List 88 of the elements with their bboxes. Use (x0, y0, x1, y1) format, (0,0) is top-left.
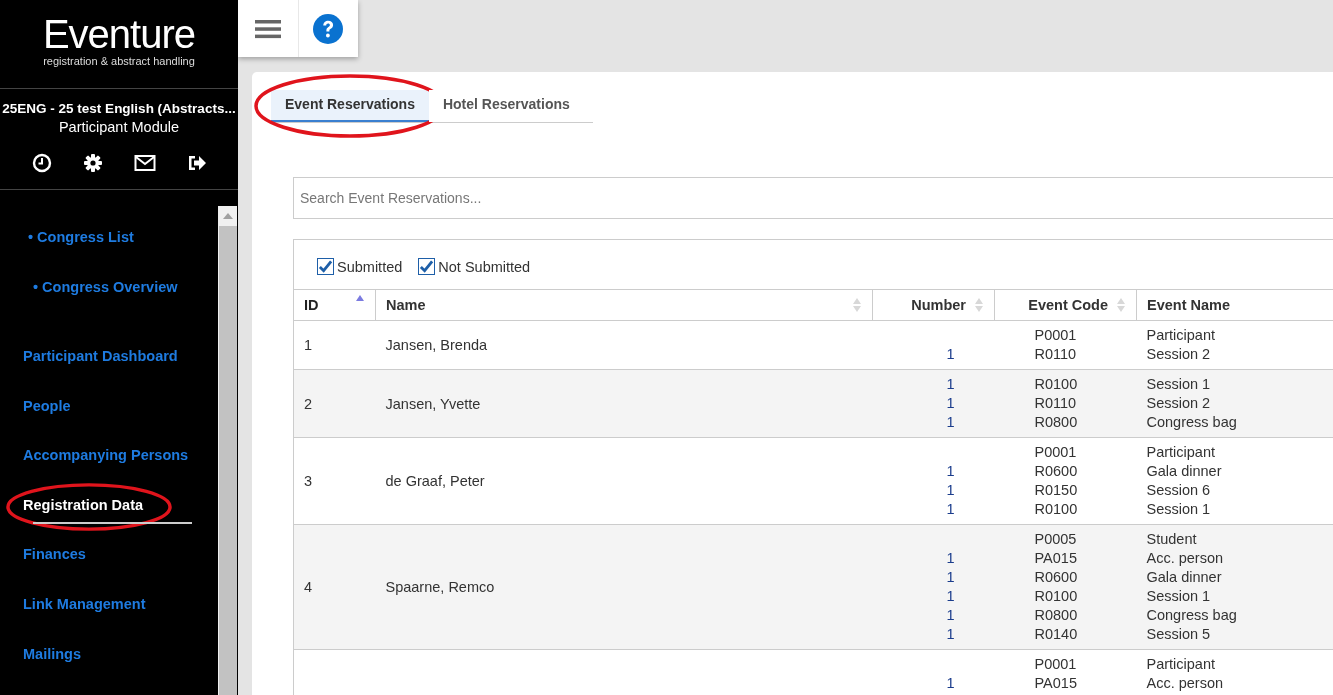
table-cell: R0800 (1034, 607, 1078, 623)
table-cell: P0001 (1034, 656, 1077, 672)
logo-tagline: registration & abstract handling (43, 55, 195, 67)
table-cell: Session 5 (1146, 626, 1211, 642)
table-cell: 1 (946, 675, 955, 691)
column-header[interactable]: Event Name (1136, 289, 1333, 321)
table-cell: Jansen, Yvette (385, 395, 481, 412)
table-cell: PA015 (1034, 550, 1077, 566)
nav-item[interactable]: Mailings (23, 645, 81, 662)
search-field[interactable]: Search Event Reservations... (293, 177, 1333, 219)
quick-link[interactable]: • Congress List (0, 229, 218, 279)
settings-icon[interactable] (82, 153, 103, 173)
table-cell: 1 (946, 414, 955, 430)
table-cell: R0600 (1034, 463, 1078, 479)
nav-item[interactable]: Accompanying Persons (23, 447, 189, 464)
table-cell: Session 6 (1146, 482, 1211, 498)
table-cell: Student (1146, 531, 1197, 547)
table-cell: 1 (946, 482, 955, 498)
table-cell: P0001 (1034, 444, 1077, 460)
table-cell: R0600 (1034, 569, 1078, 585)
table-cell: R0150 (1034, 482, 1078, 498)
table-cell: 1 (946, 463, 955, 479)
table-cell: de Graaf, Peter (385, 473, 485, 489)
envelope-icon[interactable] (133, 154, 156, 172)
nav-item[interactable]: Link Management (23, 595, 146, 612)
table-cell: Participant (1146, 444, 1215, 460)
table-cell: Participant (1146, 327, 1215, 343)
table-cell: Session 1 (1146, 376, 1211, 392)
column-header[interactable]: Name (375, 289, 873, 321)
table-cell: 1 (946, 395, 955, 411)
table-cell: 1 (946, 588, 955, 604)
table-cell: Participant (1146, 656, 1215, 672)
table-cell: PA015 (1034, 675, 1077, 691)
sort-icon (974, 297, 984, 313)
table-cell: R0800 (1034, 414, 1078, 430)
menu-icon (254, 18, 281, 39)
table-cell: Session 2 (1146, 346, 1211, 362)
event-title: 25ENG - 25 test English (Abstracts... (2, 101, 236, 116)
nav-item[interactable]: Finances (23, 546, 86, 563)
table-cell: 4 (304, 579, 313, 595)
table-cell: R0100 (1034, 588, 1078, 604)
scrollbar[interactable] (218, 206, 237, 695)
table-cell: Acc. person (1146, 675, 1224, 691)
table-cell: Session 1 (1146, 588, 1211, 604)
table-cell: 1 (946, 346, 955, 362)
quick-link[interactable]: • Congress Overview (0, 278, 218, 329)
checkbox-label[interactable]: Submitted (337, 258, 403, 275)
table-cell: R0100 (1034, 501, 1078, 517)
help-icon (313, 13, 344, 44)
checkbox[interactable] (317, 258, 334, 275)
column-header[interactable]: Event Code (994, 289, 1137, 321)
nav-item[interactable]: People (23, 397, 71, 414)
checkbox-label[interactable]: Not Submitted (438, 258, 531, 275)
table-cell: R0110 (1034, 395, 1077, 411)
table-cell: Jansen, Brenda (385, 337, 488, 353)
table-cell: 3 (304, 473, 313, 489)
table-cell: 1 (946, 501, 955, 517)
table-cell: 1 (946, 550, 955, 566)
table-cell: P0001 (1034, 327, 1077, 343)
table-cell: Session 2 (1146, 395, 1211, 411)
table-cell: 1 (304, 337, 313, 353)
clock-icon[interactable] (31, 153, 52, 173)
column-header[interactable]: Number (872, 289, 995, 321)
table-cell: 1 (946, 626, 955, 642)
table-cell: Congress bag (1146, 607, 1237, 623)
sort-icon (852, 297, 862, 313)
tab[interactable]: Event Reservations (271, 90, 429, 122)
table-cell: 1 (946, 376, 955, 392)
table-cell: R0100 (1034, 376, 1078, 392)
table-cell: Gala dinner (1146, 569, 1222, 585)
table-cell: Session 1 (1146, 501, 1211, 517)
logo: Eventure (42, 14, 196, 54)
table-cell: Spaarne, Remco (385, 579, 495, 595)
checkbox[interactable] (418, 258, 436, 275)
table-cell: 1 (946, 607, 955, 623)
column-header[interactable]: ID (294, 289, 376, 321)
table-cell: 1 (946, 569, 955, 585)
logout-icon[interactable] (186, 154, 207, 172)
table-cell: 2 (304, 395, 313, 412)
table-cell: Gala dinner (1146, 463, 1222, 479)
table-cell: Acc. person (1146, 550, 1224, 566)
nav-item[interactable]: Participant Dashboard (23, 348, 178, 365)
table-cell: Congress bag (1146, 414, 1237, 430)
module-name: Participant Module (58, 119, 180, 135)
sort-icon (1116, 297, 1126, 313)
table-cell: R0140 (1034, 626, 1078, 642)
table-cell: R0110 (1034, 346, 1077, 362)
table-cell: P0005 (1034, 531, 1077, 547)
